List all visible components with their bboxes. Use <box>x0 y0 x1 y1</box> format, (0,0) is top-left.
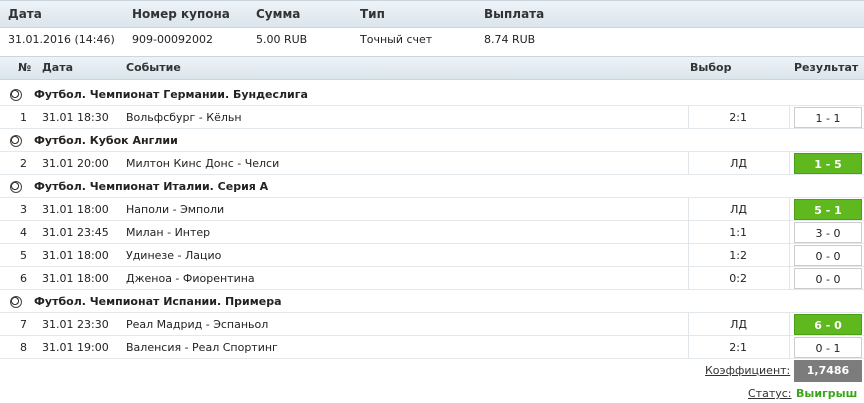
event-result: 1 - 1 <box>794 107 862 128</box>
event-result: 6 - 0 <box>794 314 862 335</box>
coupon-header: Дата Номер купона Сумма Тип Выплата <box>0 0 864 28</box>
event-date: 31.01 18:00 <box>42 249 109 262</box>
event-result: 1 - 5 <box>794 153 862 174</box>
header-amount: Сумма <box>256 7 301 21</box>
event-row: 8 31.01 19:00 Валенсия - Реал Спортинг 2… <box>0 336 864 359</box>
coefficient-label: Коэффициент: <box>705 364 791 377</box>
event-row: 3 31.01 18:00 Наполи - Эмполи ЛД 5 - 1 <box>0 198 864 221</box>
coupon-amount: 5.00 RUB <box>256 33 308 46</box>
event-result: 0 - 0 <box>794 245 862 266</box>
event-row: 6 31.01 18:00 Дженоа - Фиорентина 0:2 0 … <box>0 267 864 290</box>
event-match: Милтон Кинс Донс - Челси <box>126 157 280 170</box>
event-pick-cell: ЛД <box>688 152 790 175</box>
event-pick: ЛД <box>730 157 747 170</box>
event-date: 31.01 20:00 <box>42 157 109 170</box>
header-coupon-number: Номер купона <box>132 7 230 21</box>
event-number: 4 <box>20 226 27 239</box>
event-date: 31.01 18:00 <box>42 272 109 285</box>
events-header-number: № <box>18 61 32 74</box>
event-pick: ЛД <box>730 203 747 216</box>
event-number: 2 <box>20 157 27 170</box>
event-pick-cell: 1:2 <box>688 244 790 267</box>
event-row: 2 31.01 20:00 Милтон Кинс Донс - Челси Л… <box>0 152 864 175</box>
soccer-ball-icon <box>10 181 22 193</box>
event-number: 6 <box>20 272 27 285</box>
coupon-row: 31.01.2016 (14:46) 909-00092002 5.00 RUB… <box>0 28 864 52</box>
event-pick: 1:2 <box>729 249 747 262</box>
events-header-event: Событие <box>126 61 181 74</box>
tournament-header: Футбол. Чемпионат Германии. Бундеслига <box>0 84 864 106</box>
event-match: Дженоа - Фиорентина <box>126 272 255 285</box>
coupon-number: 909-00092002 <box>132 33 213 46</box>
coupon-date: 31.01.2016 (14:46) <box>8 33 115 46</box>
header-date: Дата <box>8 7 42 21</box>
event-result: 0 - 0 <box>794 268 862 289</box>
tournament-name: Футбол. Чемпионат Германии. Бундеслига <box>34 88 308 101</box>
event-pick: ЛД <box>730 318 747 331</box>
event-match: Наполи - Эмполи <box>126 203 225 216</box>
event-row: 1 31.01 18:30 Вольфсбург - Кёльн 2:1 1 -… <box>0 106 864 129</box>
event-row: 5 31.01 18:00 Удинезе - Лацио 1:2 0 - 0 <box>0 244 864 267</box>
event-pick: 2:1 <box>729 341 747 354</box>
status-label: Статус: <box>748 387 792 400</box>
soccer-ball-icon <box>10 296 22 308</box>
event-pick-cell: 2:1 <box>688 106 790 129</box>
tournament-header: Футбол. Чемпионат Италии. Серия А <box>0 176 864 198</box>
events-header-pick: Выбор <box>690 61 732 74</box>
event-result: 0 - 1 <box>794 337 862 358</box>
soccer-ball-icon <box>10 89 22 101</box>
event-date: 31.01 18:00 <box>42 203 109 216</box>
event-pick-cell: ЛД <box>688 313 790 336</box>
coupon-payout: 8.74 RUB <box>484 33 536 46</box>
event-row: 4 31.01 23:45 Милан - Интер 1:1 3 - 0 <box>0 221 864 244</box>
coefficient-value: 1,7486 <box>794 360 862 382</box>
event-row: 7 31.01 23:30 Реал Мадрид - Эспаньол ЛД … <box>0 313 864 336</box>
event-result: 5 - 1 <box>794 199 862 220</box>
coupon-type: Точный счет <box>360 33 433 46</box>
event-pick-cell: 0:2 <box>688 267 790 290</box>
soccer-ball-icon <box>10 135 22 147</box>
event-pick: 0:2 <box>729 272 747 285</box>
events-header-result: Результат <box>794 61 859 74</box>
event-pick-cell: 2:1 <box>688 336 790 359</box>
tournament-name: Футбол. Чемпионат Испании. Примера <box>34 295 282 308</box>
event-match: Милан - Интер <box>126 226 211 239</box>
tournament-name: Футбол. Чемпионат Италии. Серия А <box>34 180 269 193</box>
event-result: 3 - 0 <box>794 222 862 243</box>
tournament-header: Футбол. Кубок Англии <box>0 130 864 152</box>
event-match: Реал Мадрид - Эспаньол <box>126 318 269 331</box>
event-number: 8 <box>20 341 27 354</box>
event-pick: 1:1 <box>729 226 747 239</box>
event-number: 1 <box>20 111 27 124</box>
event-match: Валенсия - Реал Спортинг <box>126 341 278 354</box>
event-date: 31.01 19:00 <box>42 341 109 354</box>
tournament-name: Футбол. Кубок Англии <box>34 134 178 147</box>
event-date: 31.01 23:45 <box>42 226 109 239</box>
events-header: № Дата Событие Выбор Результат <box>0 56 864 80</box>
event-pick-cell: 1:1 <box>688 221 790 244</box>
header-type: Тип <box>360 7 385 21</box>
status-value: Выигрыш <box>796 387 858 400</box>
event-pick: 2:1 <box>729 111 747 124</box>
event-pick-cell: ЛД <box>688 198 790 221</box>
event-date: 31.01 23:30 <box>42 318 109 331</box>
event-number: 7 <box>20 318 27 331</box>
events-header-date: Дата <box>42 61 74 74</box>
event-match: Вольфсбург - Кёльн <box>126 111 242 124</box>
event-number: 3 <box>20 203 27 216</box>
header-payout: Выплата <box>484 7 545 21</box>
event-match: Удинезе - Лацио <box>126 249 222 262</box>
tournament-header: Футбол. Чемпионат Испании. Примера <box>0 291 864 313</box>
event-date: 31.01 18:30 <box>42 111 109 124</box>
event-number: 5 <box>20 249 27 262</box>
